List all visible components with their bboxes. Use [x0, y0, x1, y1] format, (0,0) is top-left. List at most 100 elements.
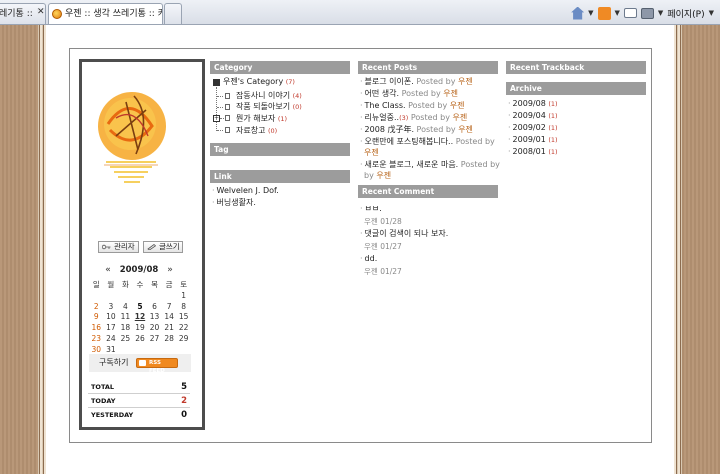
archive-item[interactable]: · 2009/01 (1) [508, 135, 558, 145]
archive-item[interactable]: · 2009/02 (1) [508, 123, 558, 133]
print-icon[interactable] [640, 7, 654, 19]
category-item-label: 작품 되돌아보기 [236, 102, 291, 111]
weekday: 화 [121, 280, 129, 289]
post-author: 우젠 [457, 77, 473, 86]
page-menu-dropdown-icon[interactable]: ▼ [709, 9, 714, 17]
recent-post-item[interactable]: · 2008 戊子年. Posted by 우젠 [360, 125, 473, 135]
new-tab-button[interactable] [164, 3, 182, 24]
post-author: 우젠 [443, 89, 458, 98]
comment-text: 댓글이 검색이 되나 보자. [364, 229, 449, 238]
posted-by-label: Posted by [410, 113, 450, 122]
weekday: 월 [107, 280, 115, 289]
write-button-label: 글쓰기 [159, 242, 180, 251]
category-item[interactable]: 작품 되돌아보기 (0) [236, 102, 302, 112]
calendar-day [118, 290, 133, 301]
counter-value: 2 [181, 396, 187, 406]
calendar-week: 1 [89, 290, 191, 301]
calendar-day-with-post[interactable]: 5 [133, 301, 148, 312]
post-title: 2008 戊子年. [364, 125, 414, 134]
archive-label: 2009/02 [512, 123, 546, 132]
category-item[interactable]: 뭔가 해보자 (1) [236, 114, 287, 124]
category-item[interactable]: 자료창고 (0) [236, 126, 277, 136]
calendar-day [147, 290, 162, 301]
archive-count: (1) [548, 100, 558, 108]
rss-feed-button[interactable]: RSS FEED [136, 358, 178, 374]
calendar-day [89, 290, 104, 301]
link-item-label: Welvelen J. Dof. [216, 186, 279, 195]
comment-author: 우젠 [364, 267, 378, 276]
browser-tab-bar: 레기통 :: ✕ 우젠 :: 생각 쓰레기통 :: 카... ▼ ▼ ▼ 페이지… [0, 0, 720, 25]
link-item[interactable]: · 버닝생활자. [212, 198, 256, 208]
archive-count: (1) [548, 112, 558, 120]
write-button[interactable]: 글쓰기 [143, 241, 183, 253]
counter-label: TODAY [91, 397, 116, 405]
recent-post-author-wrap: 우젠 [364, 148, 379, 158]
category-root[interactable]: 우젠's Category (7) [223, 77, 295, 87]
post-title: 오랜만에 포스팅해봅니다.. [364, 137, 454, 146]
link-title: Link [210, 170, 350, 183]
comment-text: ㅂㅂ. [364, 204, 382, 213]
weekday: 목 [151, 280, 158, 289]
archive-item[interactable]: · 2008/01 (1) [508, 147, 558, 157]
recent-comment-item[interactable]: · 댓글이 검색이 되나 보자. [360, 229, 448, 239]
calendar-week: 23 24 25 26 27 28 29 [89, 333, 191, 344]
expand-icon[interactable]: + [213, 115, 220, 122]
print-dropdown-icon[interactable]: ▼ [658, 9, 663, 17]
document-icon [225, 115, 230, 121]
recent-post-item[interactable]: · 새로운 블로그, 새로운 마음. Posted by [360, 160, 500, 170]
recent-post-item[interactable]: · 리뉴얼중..(3) Posted by 우젠 [360, 113, 467, 123]
browser-tab-active[interactable]: 우젠 :: 생각 쓰레기통 :: 카... [48, 3, 163, 24]
feed-dropdown-icon[interactable]: ▼ [615, 9, 620, 17]
archive-item[interactable]: · 2009/08 (1) [508, 99, 558, 109]
recent-post-item[interactable]: · The Class. Posted by 우젠 [360, 101, 464, 111]
page-menu[interactable]: 페이지(P) [667, 7, 704, 20]
archive-label: 2009/01 [512, 135, 546, 144]
post-author: 우젠 [458, 125, 473, 134]
calendar-day: 23 [91, 334, 102, 344]
post-author[interactable]: 우젠 [376, 171, 391, 180]
counter-value: 5 [181, 382, 187, 392]
post-title: 리뉴얼중.. [364, 113, 400, 122]
calendar-day: 26 [135, 334, 145, 344]
recent-post-item[interactable]: · 오랜만에 포스팅해봅니다.. Posted by [360, 137, 495, 147]
calendar-week: 16 17 18 19 20 21 22 [89, 322, 191, 333]
mail-icon[interactable] [623, 8, 637, 18]
post-title: The Class. [364, 101, 406, 110]
post-title: 블로그 이이폰. [364, 77, 414, 86]
calendar-day: 13 [149, 312, 160, 322]
archive-item[interactable]: · 2009/04 (1) [508, 111, 558, 121]
calendar-next-button[interactable]: » [161, 265, 179, 275]
recent-post-item[interactable]: · 어떤 생각. Posted by 우젠 [360, 89, 458, 99]
recent-post-item[interactable]: · 블로그 이이폰. Posted by 우젠 [360, 77, 473, 87]
post-author[interactable]: 우젠 [364, 148, 379, 157]
paper-edge-left [38, 25, 46, 474]
home-dropdown-icon[interactable]: ▼ [588, 9, 593, 17]
calendar-day-today[interactable]: 12 [133, 312, 148, 323]
calendar-day: 25 [120, 334, 131, 344]
calendar-day: 29 [178, 334, 189, 344]
calendar-prev-button[interactable]: « [99, 265, 117, 275]
post-title: 새로운 블로그, 새로운 마음. [364, 160, 459, 169]
calendar-week: 2 3 4 5 6 7 8 [89, 301, 191, 312]
calendar-day: 8 [181, 301, 187, 311]
recent-comment-item[interactable]: · dd. [360, 254, 377, 264]
home-icon[interactable] [571, 6, 585, 20]
paper-edge-right [674, 25, 682, 474]
admin-button-label: 관리자 [114, 242, 135, 251]
document-icon [225, 104, 230, 110]
subscribe-box: 구독하기 RSS FEED [89, 354, 191, 374]
link-item[interactable]: · Welvelen J. Dof. [212, 186, 279, 196]
calendar-day: 28 [164, 334, 174, 344]
tab-close-icon[interactable]: ✕ [37, 8, 45, 17]
recent-comment-item[interactable]: · ㅂㅂ. [360, 204, 382, 214]
feed-icon[interactable] [597, 6, 611, 20]
browser-command-bar: ▼ ▼ ▼ 페이지(P) ▼ [571, 5, 714, 21]
comment-date: 01/27 [380, 267, 402, 276]
tab-label: 우젠 :: 생각 쓰레기통 :: 카... [65, 9, 162, 19]
recent-posts-title: Recent Posts [358, 61, 498, 74]
category-item[interactable]: 잡동사니 이야기 (4) [236, 91, 302, 101]
admin-button[interactable]: 관리자 [98, 241, 139, 253]
calendar-day: 3 [108, 301, 114, 311]
archive-count: (1) [548, 124, 558, 132]
tree-branch [217, 130, 223, 131]
